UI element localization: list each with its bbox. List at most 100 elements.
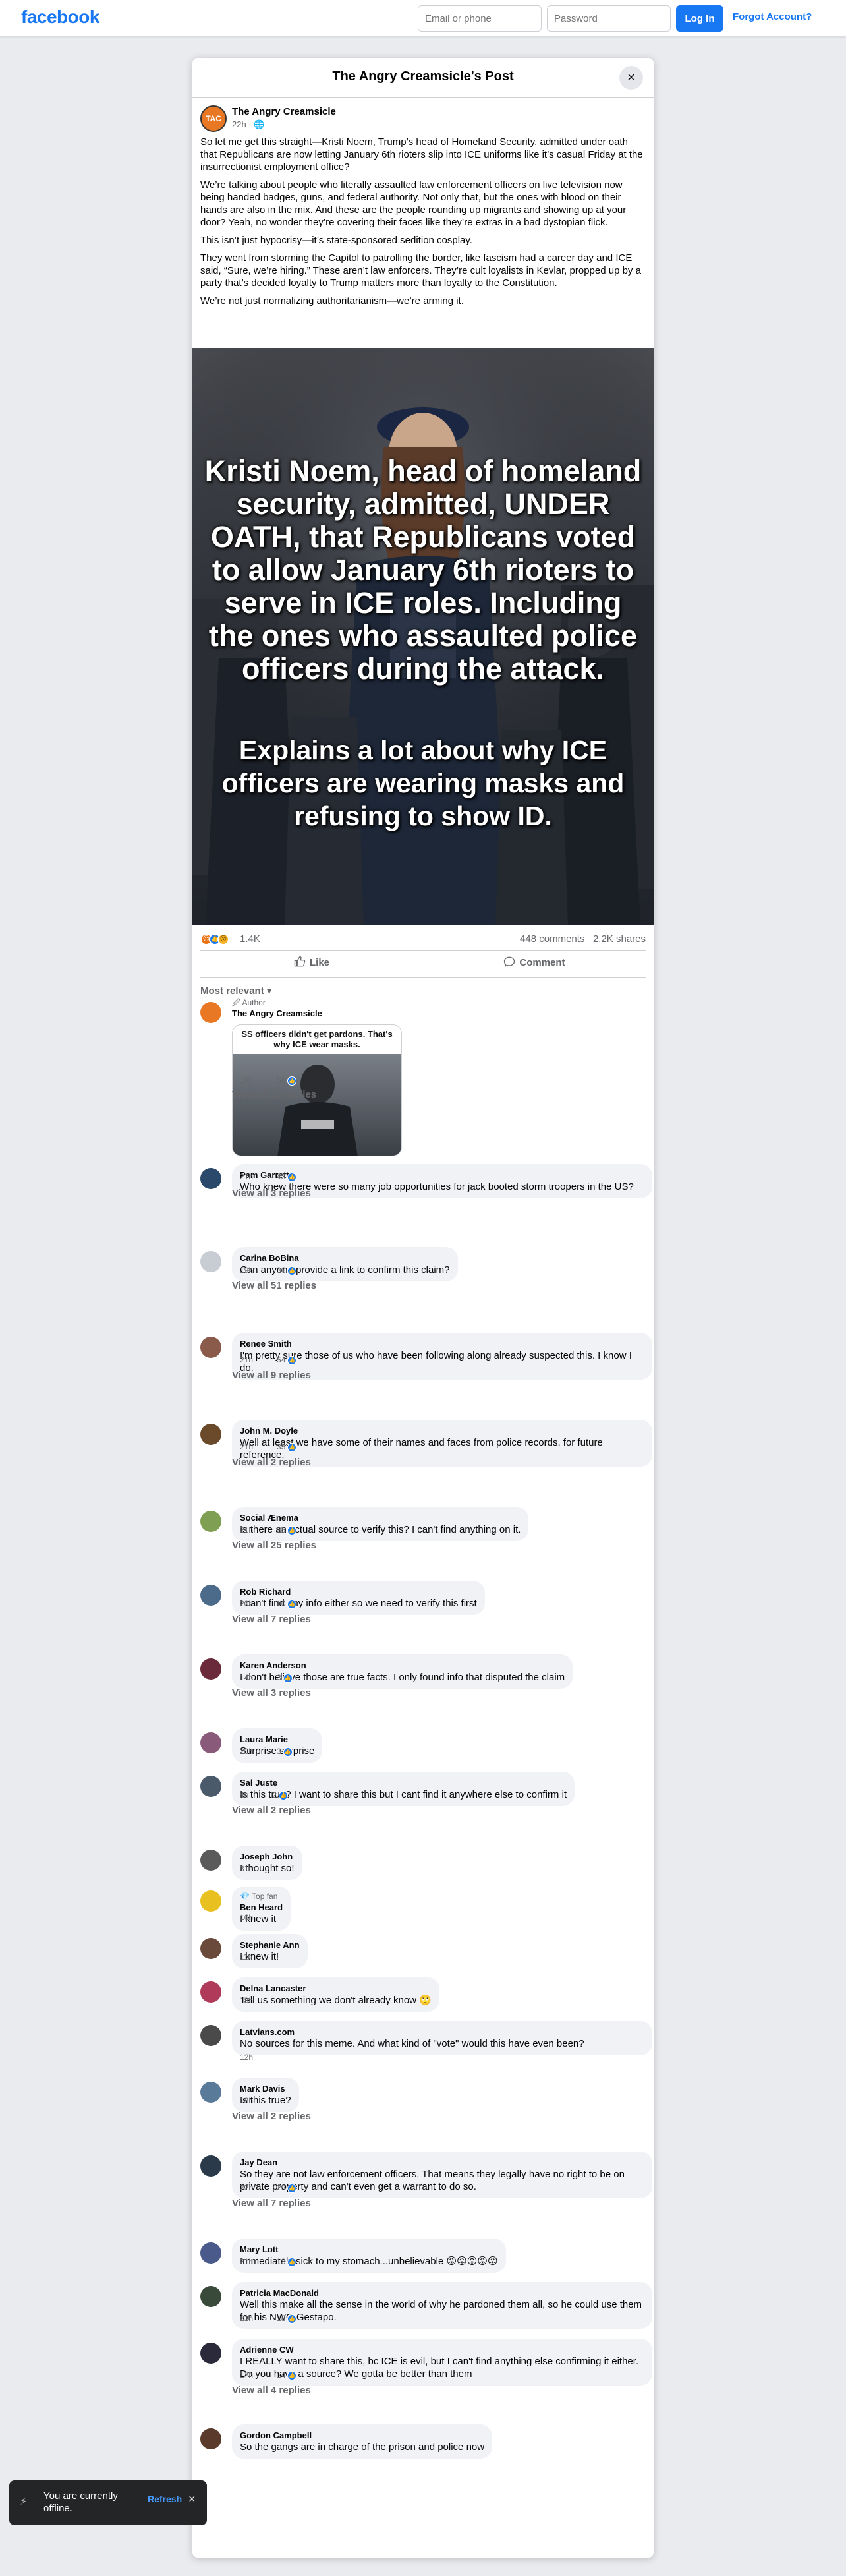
commenter-name[interactable]: Karen Anderson [240, 1660, 565, 1671]
comment-reactions[interactable]: 35 👍 [277, 1442, 297, 1452]
post-image[interactable]: Kristi Noem, head of homeland security, … [192, 348, 654, 925]
comment-timestamp[interactable]: 21h [240, 1442, 253, 1451]
comment-timestamp[interactable]: 20h [240, 1599, 253, 1608]
commenter-avatar[interactable] [200, 1890, 221, 1912]
comment-timestamp[interactable]: 21h [240, 1172, 253, 1181]
commenter-avatar[interactable] [200, 1511, 221, 1532]
comment-reactions[interactable]: 10 👍 [277, 1599, 297, 1609]
view-replies-link[interactable]: View all 3 replies [232, 1687, 311, 1699]
commenter-name[interactable]: Mary Lott [240, 2244, 498, 2255]
toast-close-icon[interactable]: × [188, 2492, 196, 2506]
commenter-name[interactable]: Stephanie Ann [240, 1939, 300, 1950]
like-action[interactable]: Like [200, 956, 423, 968]
commenter-avatar[interactable] [200, 2155, 221, 2177]
commenter-name[interactable]: Jay Dean [240, 2157, 644, 2168]
comment-timestamp[interactable]: 4h [240, 1790, 248, 1800]
password-field[interactable] [547, 5, 671, 32]
comment-timestamp[interactable]: 20h [240, 1747, 253, 1756]
comment-timestamp[interactable]: 21h [240, 2314, 253, 2323]
view-replies-link[interactable]: View all 2 replies [232, 1457, 311, 1468]
comment-reactions[interactable]: 3 👍 [277, 1673, 293, 1683]
commenter-avatar[interactable] [200, 2242, 221, 2264]
commenter-name[interactable]: Renee Smith [240, 1338, 644, 1349]
view-replies-link[interactable]: View all 15 replies [232, 1089, 316, 1100]
view-replies-link[interactable]: View all 51 replies [232, 1280, 316, 1291]
facebook-logo[interactable]: facebook [21, 7, 99, 28]
commenter-avatar[interactable] [200, 2082, 221, 2103]
view-replies-link[interactable]: View all 25 replies [232, 1540, 316, 1551]
view-replies-link[interactable]: View all 9 replies [232, 1370, 311, 1381]
commenter-avatar[interactable] [200, 2025, 221, 2046]
commenter-name[interactable]: Carina BoBina [240, 1252, 450, 1264]
commenter-name[interactable]: Delna Lancaster [240, 1983, 432, 1994]
comment-timestamp[interactable]: 11h [240, 1952, 252, 1962]
commenter-name[interactable]: The Angry Creamsicle [232, 1008, 600, 1019]
comment-reactions[interactable]: 18 👍 [277, 2314, 297, 2324]
comment-reactions[interactable]: 29 👍 [277, 2183, 297, 2193]
commenter-avatar[interactable] [200, 2343, 221, 2364]
comment-timestamp[interactable]: 21h [240, 1355, 253, 1364]
comment-timestamp[interactable]: 19h [240, 1076, 253, 1085]
commenter-name[interactable]: Social Ænema [240, 1512, 521, 1523]
author-avatar[interactable]: TAC [200, 105, 227, 132]
comment-reactions[interactable]: 2 👍 [272, 1790, 289, 1800]
comment-timestamp[interactable]: 22h [240, 2183, 253, 2192]
view-replies-link[interactable]: View all 7 replies [232, 2198, 311, 2209]
comment-timestamp[interactable]: 18h [240, 1996, 253, 2005]
commenter-avatar[interactable] [200, 1776, 221, 1797]
comment-timestamp[interactable]: 14h [240, 1673, 253, 1682]
commenter-avatar[interactable] [200, 1850, 221, 1871]
commenter-name[interactable]: Laura Marie [240, 1734, 314, 1745]
refresh-button[interactable]: Refresh [148, 2494, 182, 2504]
commenter-name[interactable]: Joseph John [240, 1851, 295, 1862]
view-replies-link[interactable]: View all 2 replies [232, 2111, 311, 2122]
commenter-name[interactable]: Latvians.com [240, 2026, 644, 2037]
comments-count[interactable]: 448 comments [520, 933, 584, 945]
commenter-avatar[interactable] [200, 1002, 221, 1023]
commenter-avatar[interactable] [200, 2286, 221, 2307]
reaction-count[interactable]: 1.4K [240, 933, 260, 945]
commenter-avatar[interactable] [200, 1732, 221, 1753]
view-replies-link[interactable]: View all 7 replies [232, 1614, 311, 1625]
commenter-avatar[interactable] [200, 1658, 221, 1680]
commenter-name[interactable]: John M. Doyle [240, 1425, 644, 1436]
commenter-name[interactable]: Rob Richard [240, 1586, 477, 1597]
comment-timestamp[interactable]: 16h [240, 1913, 253, 1922]
login-button[interactable]: Log In [676, 5, 723, 32]
comment-reactions[interactable]: 43 👍 [277, 1172, 297, 1182]
comment-timestamp[interactable]: 21h [240, 1525, 253, 1535]
commenter-avatar[interactable] [200, 1337, 221, 1358]
close-button[interactable]: × [619, 66, 643, 90]
commenter-avatar[interactable] [200, 1938, 221, 1959]
view-replies-link[interactable]: View all 3 replies [232, 1188, 311, 1199]
comment-reactions[interactable]: 25 👍 [277, 1525, 297, 1535]
comment-reactions[interactable]: 18 👍 [277, 2257, 297, 2267]
commenter-avatar[interactable] [200, 1424, 221, 1445]
comment-reactions[interactable]: 14 👍 [277, 2370, 297, 2380]
comment-timestamp[interactable]: 31m [240, 1864, 255, 1873]
commenter-avatar[interactable] [200, 1585, 221, 1606]
commenter-avatar[interactable] [200, 2428, 221, 2449]
view-replies-link[interactable]: View all 2 replies [232, 1805, 311, 1816]
shares-count[interactable]: 2.2K shares [593, 933, 646, 945]
post-timestamp[interactable]: 22h · 🌐 [232, 119, 264, 130]
view-replies-link[interactable]: View all 4 replies [232, 2385, 311, 2396]
commenter-name[interactable]: Pam Garrett [240, 1169, 644, 1181]
email-field[interactable] [418, 5, 542, 32]
author-name[interactable]: The Angry Creamsicle [232, 106, 336, 117]
commenter-name[interactable]: Mark Davis [240, 2083, 291, 2094]
commenter-avatar[interactable] [200, 1168, 221, 1189]
comment-action[interactable]: Comment [423, 956, 646, 968]
commenter-name[interactable]: Ben Heard [240, 1902, 283, 1913]
commenter-name[interactable]: Sal Juste [240, 1777, 567, 1788]
comment-timestamp[interactable]: 12h [240, 2053, 253, 2062]
comment-reactions[interactable]: 3 👍 [277, 1747, 293, 1757]
commenter-name[interactable]: Patricia MacDonald [240, 2287, 644, 2298]
comment-reactions[interactable]: 56 👍 [277, 1076, 297, 1086]
comment-sort-dropdown[interactable]: Most relevant ▾ [200, 985, 271, 997]
comment-timestamp[interactable]: 19h [240, 1266, 253, 1275]
commenter-avatar[interactable] [200, 1251, 221, 1272]
comment-timestamp[interactable]: 21h [240, 2257, 253, 2266]
commenter-avatar[interactable] [200, 1981, 221, 2003]
comment-reactions[interactable]: 36 👍 [277, 1266, 297, 1275]
